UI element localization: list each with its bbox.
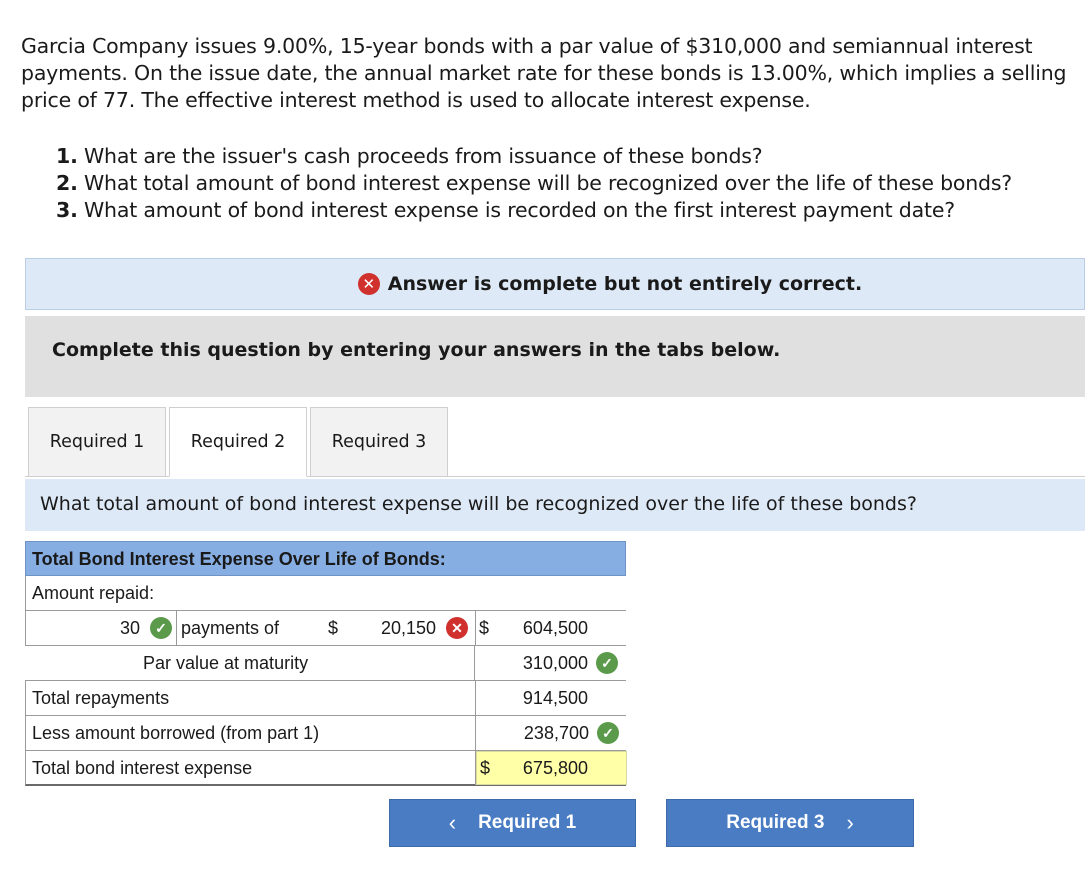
question-bar: What total amount of bond interest expen… xyxy=(25,479,1085,531)
payment-amount-value: 20,150 xyxy=(380,618,436,638)
question-number: 2. xyxy=(56,171,78,195)
instructions-box: Complete this question by entering your … xyxy=(25,316,1085,397)
question-item: 2. What total amount of bond interest ex… xyxy=(56,170,1012,197)
table-header: Total Bond Interest Expense Over Life of… xyxy=(25,541,626,576)
tab-bar: Required 1 Required 2 Required 3 xyxy=(28,407,448,477)
table-row: Amount repaid: xyxy=(25,576,626,611)
question-item: 1. What are the issuer's cash proceeds f… xyxy=(56,143,1012,170)
cell-divider xyxy=(176,611,177,645)
question-text: What amount of bond interest expense is … xyxy=(83,198,955,222)
question-number: 3. xyxy=(56,198,78,222)
question-text: What total amount of bond interest expen… xyxy=(83,171,1012,195)
cell-divider xyxy=(475,611,476,645)
less-borrowed-value: 238,700 xyxy=(523,723,589,743)
dollar-sign: $ xyxy=(480,758,491,778)
payments-count-value: 30 xyxy=(119,618,140,638)
interest-expense-table: Total Bond Interest Expense Over Life of… xyxy=(25,541,627,786)
next-button-label: Required 3 xyxy=(726,812,825,833)
check-icon: ✓ xyxy=(596,652,618,674)
less-borrowed-input[interactable]: 238,700 ✓ xyxy=(476,716,627,750)
table-row: Total bond interest expense $ 675,800 xyxy=(25,751,627,786)
tab-required-2[interactable]: Required 2 xyxy=(169,407,307,477)
payment-amount-input[interactable]: 20,150 ✕ xyxy=(346,611,474,645)
less-borrowed-label: Less amount borrowed (from part 1) xyxy=(32,723,320,743)
x-circle-icon: ✕ xyxy=(357,273,380,295)
payments-total-value: 604,500 xyxy=(522,618,588,638)
question-item: 3. What amount of bond interest expense … xyxy=(56,197,1012,224)
par-value-input[interactable]: 310,000 ✓ xyxy=(475,646,626,680)
par-value-amount: 310,000 xyxy=(522,653,588,673)
check-icon: ✓ xyxy=(150,617,172,639)
status-banner: ✕ Answer is complete but not entirely co… xyxy=(25,258,1085,310)
table-row: Total repayments 914,500 xyxy=(25,681,626,716)
total-expense-label: Total bond interest expense xyxy=(32,758,253,778)
dollar-sign: $ xyxy=(328,618,339,638)
check-icon: ✓ xyxy=(597,722,619,744)
chevron-right-icon: › xyxy=(846,810,854,835)
question-number: 1. xyxy=(56,144,78,168)
status-text: Answer is complete but not entirely corr… xyxy=(387,273,863,295)
dollar-sign: $ xyxy=(479,618,490,638)
payments-of-label: payments of xyxy=(181,618,280,638)
table-title: Total Bond Interest Expense Over Life of… xyxy=(32,549,446,569)
x-circle-icon: ✕ xyxy=(446,617,468,639)
question-list: 1. What are the issuer's cash proceeds f… xyxy=(56,143,1012,224)
prev-button-label: Required 1 xyxy=(478,812,577,833)
tab-required-1[interactable]: Required 1 xyxy=(28,407,166,477)
prev-required-button[interactable]: ‹ Required 1 xyxy=(389,799,636,847)
table-row: 30 ✓ payments of $ 20,150 ✕ $ 604,500 xyxy=(25,611,626,646)
amount-repaid-label: Amount repaid: xyxy=(32,583,155,603)
problem-intro: Garcia Company issues 9.00%, 15-year bon… xyxy=(21,34,1067,112)
table-row: Less amount borrowed (from part 1) 238,7… xyxy=(25,716,627,751)
total-expense-cell: $ 675,800 xyxy=(476,751,627,785)
instructions-text: Complete this question by entering your … xyxy=(52,339,781,361)
total-repayments-value: 914,500 xyxy=(522,688,588,708)
cell-divider xyxy=(475,681,476,715)
table-row: Par value at maturity 310,000 ✓ xyxy=(25,646,626,681)
payments-count-input[interactable]: 30 ✓ xyxy=(26,611,176,645)
question-text: What are the issuer's cash proceeds from… xyxy=(83,144,763,168)
tab-required-3[interactable]: Required 3 xyxy=(310,407,448,477)
chevron-left-icon: ‹ xyxy=(448,810,457,835)
next-required-button[interactable]: Required 3 › xyxy=(666,799,914,847)
total-repayments-label: Total repayments xyxy=(32,688,170,708)
total-expense-value: 675,800 xyxy=(522,758,588,778)
par-value-label: Par value at maturity xyxy=(143,653,309,673)
question-bar-text: What total amount of bond interest expen… xyxy=(40,493,917,515)
